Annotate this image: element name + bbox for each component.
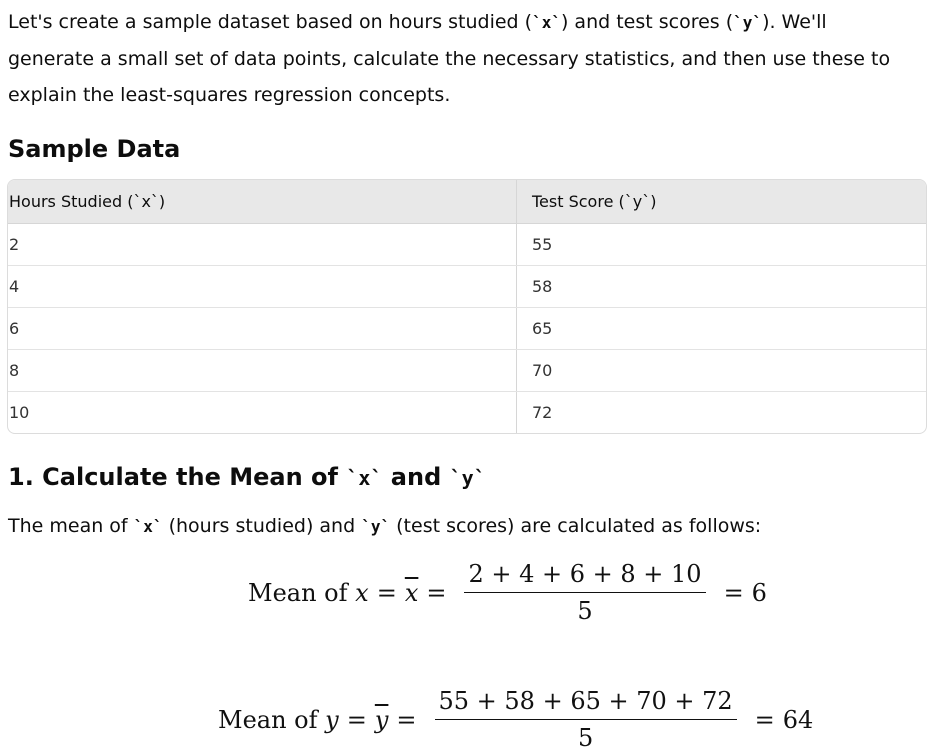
table-cell-hours: 10 xyxy=(9,403,30,422)
inline-code-x: `x` xyxy=(133,517,163,536)
table-cell-score: 58 xyxy=(516,265,926,308)
table-row: 10 72 xyxy=(8,391,926,433)
fraction-numerator: 2 + 4 + 6 + 8 + 10 xyxy=(464,560,706,593)
table-row: 4 58 xyxy=(8,265,926,308)
inline-code-x: `x` xyxy=(532,13,561,32)
inline-code-y: `y` xyxy=(733,13,763,32)
inline-code-x: `x` xyxy=(346,466,383,490)
table-cell-hours: 2 xyxy=(8,223,517,266)
table-cell-hours: 6 xyxy=(8,307,517,350)
equation-variable: x xyxy=(355,578,369,607)
mean-description-paragraph: The mean of `x` (hours studied) and `y` … xyxy=(8,515,762,537)
fraction-numerator: 55 + 58 + 65 + 70 + 72 xyxy=(434,687,737,720)
mean-section-heading: 1. Calculate the Mean of `x` and `y` xyxy=(8,463,486,491)
sample-data-heading: Sample Data xyxy=(8,135,181,163)
table-row: 8 70 xyxy=(8,349,926,392)
table-row: 6 65 xyxy=(8,307,926,350)
fraction-denominator: 5 xyxy=(577,724,594,752)
inline-code-y: `y` xyxy=(361,517,391,536)
table-cell-hours: 8 xyxy=(8,349,517,392)
inline-code-y: `y` xyxy=(449,466,486,490)
equation-mean-symbol: x xyxy=(404,578,419,607)
table-cell-score: 65 xyxy=(516,307,926,350)
fraction-denominator: 5 xyxy=(577,597,593,625)
mean-y-equation: Mean of y = y = 55 + 58 + 65 + 70 + 72 5… xyxy=(218,687,814,752)
equation-label: Mean of xyxy=(248,578,348,607)
table-cell-score: 55 xyxy=(516,223,926,266)
equation-mean-symbol: y xyxy=(374,705,389,734)
equation-fraction: 55 + 58 + 65 + 70 + 72 5 xyxy=(434,687,737,752)
intro-paragraph: Let's create a sample dataset based on h… xyxy=(8,11,891,106)
sample-data-table: Hours Studied (`x`) Test Score (`y`) 2 5… xyxy=(7,179,927,434)
equation-result: 64 xyxy=(782,705,814,734)
equation-fraction: 2 + 4 + 6 + 8 + 10 5 xyxy=(464,560,706,625)
table-cell-score: 72 xyxy=(516,391,926,433)
column-header-hours: Hours Studied (`x`) xyxy=(8,180,517,224)
equation-label: Mean of xyxy=(218,705,318,734)
table-header-row: Hours Studied (`x`) Test Score (`y`) xyxy=(8,180,926,224)
equation-variable: y xyxy=(325,705,339,734)
table-row: 2 55 xyxy=(8,223,926,266)
column-header-score: Test Score (`y`) xyxy=(516,180,926,224)
mean-x-equation: Mean of x = x = 2 + 4 + 6 + 8 + 10 5 = 6 xyxy=(248,560,767,625)
equation-result: 6 xyxy=(751,578,767,607)
table-cell-hours: 4 xyxy=(8,265,517,308)
table-cell-score: 70 xyxy=(516,349,926,392)
